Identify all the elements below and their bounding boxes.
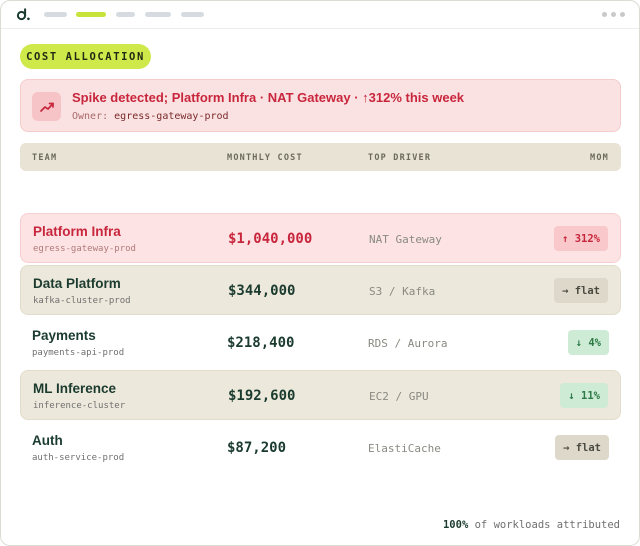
attribution-summary: 100% of workloads attributed <box>443 519 620 531</box>
header-monthly-cost: MONTHLY COST <box>227 153 303 163</box>
tab-4[interactable] <box>145 12 171 17</box>
alert-owner-value: egress-gateway-prod <box>114 111 229 122</box>
alert-owner: Owner: egress-gateway-prod <box>72 111 229 122</box>
tab-5[interactable] <box>181 12 204 17</box>
title-bar <box>1 1 639 29</box>
header-team: TEAM <box>32 153 58 163</box>
mom-badge: ↑ 312% <box>554 226 608 251</box>
table-row[interactable]: Auth auth-service-prod $87,200 ElastiCac… <box>20 423 621 473</box>
spike-alert-banner: Spike detected; Platform Infra · NAT Gat… <box>20 79 621 132</box>
trending-up-icon <box>32 92 61 121</box>
table-row[interactable]: Data Platform kafka-cluster-prod $344,00… <box>20 265 621 315</box>
top-driver: EC2 / GPU <box>369 390 429 403</box>
team-name: Payments <box>32 328 96 343</box>
team-name: Auth <box>32 433 63 448</box>
monthly-cost: $344,000 <box>228 283 296 299</box>
header-top-driver: TOP DRIVER <box>368 153 432 163</box>
top-driver: ElastiCache <box>368 442 441 455</box>
team-service: inference-cluster <box>33 401 126 411</box>
monthly-cost: $218,400 <box>227 335 295 351</box>
table-row[interactable]: ML Inference inference-cluster $192,600 … <box>20 370 621 420</box>
attribution-percent: 100% <box>442 519 469 531</box>
team-service: auth-service-prod <box>32 453 125 463</box>
logo-icon <box>16 8 30 21</box>
tab-1[interactable] <box>44 12 67 17</box>
monthly-cost: $192,600 <box>228 388 296 404</box>
mom-badge: → flat <box>555 435 609 460</box>
table-row[interactable]: Platform Infra egress-gateway-prod $1,04… <box>20 213 621 263</box>
team-name: ML Inference <box>33 381 117 396</box>
more-options-icon[interactable] <box>602 12 625 17</box>
table-header: TEAM MONTHLY COST TOP DRIVER MOM <box>20 143 621 171</box>
tab-3[interactable] <box>116 12 135 17</box>
alert-title: Spike detected; Platform Infra · NAT Gat… <box>72 90 465 105</box>
top-driver: NAT Gateway <box>369 233 442 246</box>
team-name: Data Platform <box>33 276 121 291</box>
mom-badge: → flat <box>554 278 608 303</box>
alert-owner-label: Owner: <box>72 111 109 122</box>
team-service: kafka-cluster-prod <box>33 296 131 306</box>
top-driver: S3 / Kafka <box>369 285 436 298</box>
monthly-cost: $87,200 <box>227 440 287 456</box>
header-mom: MOM <box>590 153 609 163</box>
table-row[interactable]: Payments payments-api-prod $218,400 RDS … <box>20 318 621 368</box>
attribution-text: of workloads attributed <box>468 519 620 531</box>
top-driver: RDS / Aurora <box>368 337 448 350</box>
mom-badge: ↓ 4% <box>567 330 609 355</box>
mom-badge: ↓ 11% <box>560 383 608 408</box>
app-window: COST ALLOCATION Spike detected; Platform… <box>0 0 640 546</box>
team-service: egress-gateway-prod <box>33 244 136 254</box>
monthly-cost: $1,040,000 <box>228 231 313 247</box>
team-name: Platform Infra <box>33 224 121 239</box>
tab-2[interactable] <box>76 12 106 17</box>
section-chip: COST ALLOCATION <box>20 44 151 69</box>
team-service: payments-api-prod <box>32 348 125 358</box>
